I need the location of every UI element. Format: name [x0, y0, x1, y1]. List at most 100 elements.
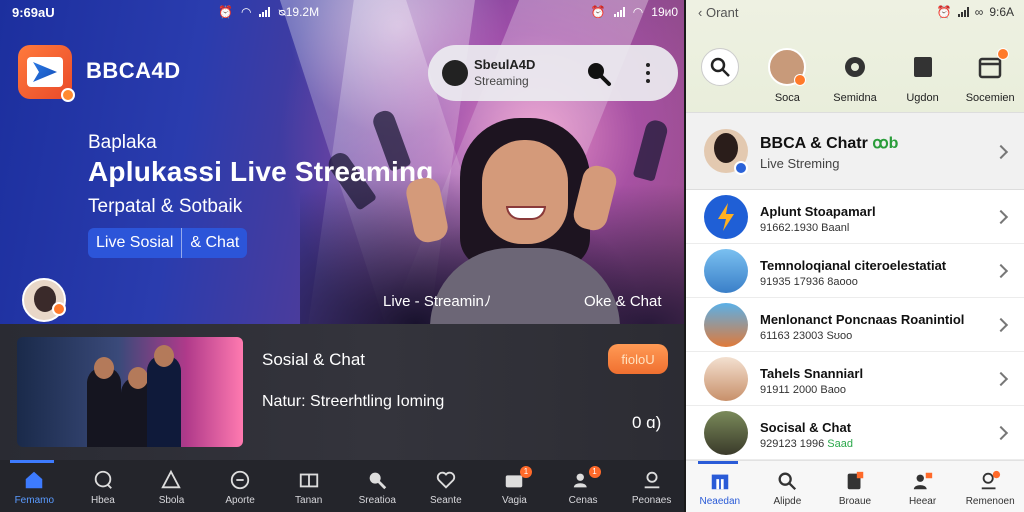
- list-item[interactable]: Aplunt Stoapamarl 91662.1930 Baanl: [686, 190, 1024, 244]
- streamer-body: [430, 248, 620, 324]
- triangle-icon: [161, 469, 182, 489]
- quick-action-label: Socemien: [965, 92, 1015, 104]
- nav-item-home[interactable]: Femamo: [0, 460, 69, 512]
- nav-label: Neaedan: [699, 496, 741, 507]
- quick-actions: Soca Semidna Ugdon Socemien: [686, 48, 1024, 104]
- thumb-person: [147, 355, 181, 447]
- list-item[interactable]: Tahels Snanniarl 91911 2000 Baoo: [686, 352, 1024, 406]
- side-status-indicators: ⏰ ∞ 9:6A: [937, 5, 1014, 19]
- app-logo[interactable]: [18, 45, 75, 102]
- chip-live-sosial[interactable]: Live Sosial: [88, 228, 181, 258]
- list-item-subtitle: 91662.1930 Baanl: [760, 222, 850, 234]
- chevron-right-icon: [993, 317, 1009, 333]
- status-indicators-right: ⏰ ◠ 19ᴎ0: [591, 5, 678, 19]
- group-avatar: [704, 411, 748, 455]
- chip-chat[interactable]: & Chat: [181, 228, 247, 258]
- nav-item-cenas[interactable]: 1 Cenas: [549, 460, 618, 512]
- thumb-head: [154, 345, 174, 367]
- notification-badge: 1: [519, 466, 532, 478]
- person-flag-icon: [913, 472, 932, 490]
- side-pane: ‹ Orant ⏰ ∞ 9:6A Soca Semidna Ugdon Soce…: [686, 0, 1024, 512]
- side-nav-broaue[interactable]: Broaue: [821, 461, 889, 512]
- nav-item-seante[interactable]: Seante: [412, 460, 481, 512]
- card-cta-button[interactable]: fioloU: [608, 344, 668, 374]
- side-nav-remenoen[interactable]: Remenoen: [956, 461, 1024, 512]
- status-clock: 19ᴎ0: [651, 5, 678, 19]
- nav-label: Cenas: [568, 495, 598, 506]
- quick-action-label: Soca: [774, 92, 800, 104]
- nav-label: Seante: [430, 495, 462, 506]
- featured-card[interactable]: [0, 324, 686, 460]
- home-icon: [26, 471, 43, 489]
- logo-badge: [61, 88, 75, 102]
- search-icon[interactable]: [584, 59, 612, 87]
- list-item-title: Tahels Snanniarl: [760, 366, 864, 381]
- status-indicators: ⏰ ◠ ᴓ19.2M: [218, 5, 319, 19]
- quick-action-soca[interactable]: Soca: [754, 48, 820, 104]
- quick-action-ugdon[interactable]: Ugdon: [890, 48, 956, 104]
- book-badge-icon: [847, 471, 864, 490]
- list-item-title: Temnoloqianal citeroelestatiat: [760, 258, 947, 273]
- side-nav-heear[interactable]: Heear: [889, 461, 957, 512]
- side-nav-neaedan[interactable]: Neaedan: [686, 461, 754, 512]
- chevron-right-icon: [993, 263, 1009, 279]
- card-count: 0 ɑ): [632, 413, 662, 432]
- nav-item-aporte[interactable]: Aporte: [206, 460, 275, 512]
- side-bottom-nav: Neaedan Alipde Broaue Heear Remenoen: [686, 460, 1024, 512]
- featured-title: BBCA & Chatr ꝏb: [760, 133, 898, 153]
- nav-label: Femamo: [14, 495, 55, 506]
- alarm-icon: ⏰: [590, 5, 606, 19]
- profile-badge-icon: [981, 470, 1001, 490]
- back-button[interactable]: ‹ Orant: [698, 5, 738, 20]
- alarm-icon: ⏰: [936, 5, 952, 19]
- quick-action-semidna[interactable]: Semidna: [822, 48, 888, 104]
- list-item-subtitle-text: 929123 1996: [760, 438, 825, 450]
- link-icon: ∞: [974, 5, 984, 19]
- nav-label: Broaue: [838, 496, 872, 507]
- list-item-title: Socisal & Chat: [760, 420, 852, 435]
- card-title: Sosial & Chat: [262, 350, 365, 369]
- pair-avatar: [704, 357, 748, 401]
- list-item[interactable]: Temnoloqianal citeroelestatiat 91935 179…: [686, 244, 1024, 298]
- nav-item-vagia[interactable]: 1 Vagia: [480, 460, 549, 512]
- search-icon: [700, 48, 739, 86]
- nav-item-sreatioa[interactable]: Sreatioa: [343, 460, 412, 512]
- quick-action-label: Semidna: [833, 92, 877, 104]
- featured-channel-row[interactable]: BBCA & Chatr ꝏb Live Streming: [686, 112, 1024, 190]
- main-pane: 9:69aU ⏰ ◠ ᴓ19.2M ⏰ ◠ 19ᴎ0 BBCA4D SbeulA…: [0, 0, 686, 512]
- nav-item-peonaes[interactable]: Peonaes: [617, 460, 686, 512]
- hero-banner[interactable]: 9:69aU ⏰ ◠ ᴓ19.2M ⏰ ◠ 19ᴎ0 BBCA4D SbeulA…: [0, 0, 686, 324]
- tv-icon: [299, 473, 318, 488]
- nav-label: Hbea: [90, 495, 115, 506]
- list-item-subtitle: 929123 1996 Saad: [760, 438, 853, 450]
- channel-subtitle: Streaming: [474, 74, 529, 88]
- card-subtitle: Natur: Streerhtling Ioming: [262, 393, 445, 410]
- list-item-subtitle: 91935 17936 8aooo: [760, 276, 858, 288]
- chevron-right-icon: [993, 144, 1009, 160]
- quick-action-search[interactable]: [687, 48, 753, 104]
- message-icon: [230, 470, 250, 490]
- card-thumbnail[interactable]: [17, 337, 243, 447]
- nav-item-hbea[interactable]: Hbea: [69, 460, 138, 512]
- nav-label: Sbola: [158, 495, 185, 506]
- nav-item-sbola[interactable]: Sbola: [137, 460, 206, 512]
- group-avatar: [704, 303, 748, 347]
- list-item-status: Saad: [827, 438, 853, 450]
- hero-chip-group[interactable]: Live Sosial & Chat: [88, 228, 248, 258]
- quick-action-socemien[interactable]: Socemien: [957, 48, 1023, 104]
- calendar-badge: [997, 48, 1010, 60]
- list-item[interactable]: Socisal & Chat 929123 1996 Saad: [686, 406, 1024, 460]
- nav-label: Remenoen: [965, 496, 1015, 507]
- list-item-subtitle: 61163 23003 Sʊoo: [760, 330, 853, 342]
- group-avatar: [704, 249, 748, 293]
- list-item[interactable]: Menlonanct Poncnaas Roanintiol 61163 230…: [686, 298, 1024, 352]
- more-options-icon[interactable]: [644, 61, 652, 85]
- signal-icon: [259, 7, 271, 17]
- list-item-subtitle: 91911 2000 Baoo: [760, 384, 847, 396]
- side-nav-alipde[interactable]: Alipde: [754, 461, 822, 512]
- channel-search-pill[interactable]: SbeulA4D Streaming: [428, 45, 678, 101]
- chevron-right-icon: [993, 425, 1009, 441]
- nav-label: Peonaes: [631, 495, 672, 506]
- side-status-time: 9:6A: [989, 5, 1014, 19]
- nav-item-tanan[interactable]: Tanan: [274, 460, 343, 512]
